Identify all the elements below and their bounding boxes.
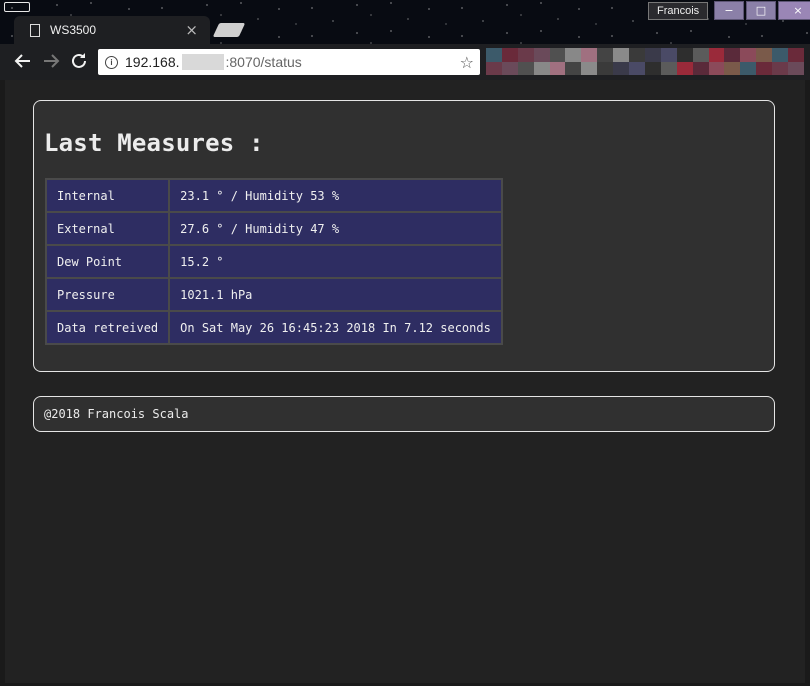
bookmark-thumbnail (629, 48, 645, 62)
table-row: Internal 23.1 ° / Humidity 53 % (44, 178, 503, 213)
close-window-button[interactable]: × (778, 1, 810, 20)
tab-close-icon[interactable]: × (185, 22, 198, 38)
bookmark-thumbnail (597, 48, 614, 62)
page-viewport: Last Measures : Internal 23.1 ° / Humidi… (5, 80, 805, 683)
bookmark-thumbnail (597, 61, 614, 75)
measure-value: 23.1 ° / Humidity 53 % (168, 178, 503, 213)
minimize-button[interactable]: − (714, 1, 744, 20)
bookmark-thumbnail (676, 61, 693, 75)
measure-label: Internal (44, 178, 171, 213)
bookmark-thumbnail (644, 48, 661, 62)
window-logo-icon (4, 2, 30, 12)
bookmark-thumbnail (517, 48, 534, 62)
bookmark-thumbnail (740, 61, 757, 75)
table-row: Pressure 1021.1 hPa (44, 277, 503, 312)
bookmark-thumbnail (788, 48, 804, 62)
table-row: External 27.6 ° / Humidity 47 % (44, 211, 503, 246)
bookmark-thumbnail (772, 48, 789, 62)
info-icon[interactable]: i (105, 55, 118, 69)
measures-card: Last Measures : Internal 23.1 ° / Humidi… (33, 100, 775, 372)
bookmark-thumbnail (676, 48, 693, 62)
bookmark-thumbnail (772, 61, 789, 75)
window-frame-right (805, 80, 810, 686)
bookmark-thumbnail (533, 48, 550, 62)
url-path: :8070/status (225, 54, 302, 70)
bookmark-star-icon[interactable]: ☆ (460, 53, 474, 72)
measure-value: 15.2 ° (168, 244, 503, 279)
measure-value: 1021.1 hPa (168, 277, 503, 312)
document-icon (30, 23, 40, 37)
redacted-url-segment (181, 54, 224, 70)
maximize-button[interactable]: □ (746, 1, 776, 20)
tab-title: WS3500 (50, 23, 97, 37)
bookmark-thumbnail (565, 61, 582, 75)
bookmark-thumbnail (517, 61, 534, 75)
measure-label: Dew Point (44, 244, 171, 279)
browser-titlebar: WS3500 × Francois − □ × (0, 0, 810, 44)
browser-tab[interactable]: WS3500 × (14, 16, 210, 44)
bookmark-thumbnail (756, 61, 773, 75)
url-host: 192.168. (125, 54, 180, 70)
bookmark-thumbnail (740, 48, 757, 62)
bookmark-thumbnail (788, 61, 804, 75)
measures-table: Internal 23.1 ° / Humidity 53 % External… (44, 178, 503, 345)
bookmark-thumbnail (708, 61, 725, 75)
bookmark-thumbnail (581, 48, 598, 62)
table-row: Dew Point 15.2 ° (44, 244, 503, 279)
bookmark-thumbnail (692, 61, 709, 75)
forward-arrow-icon[interactable] (40, 50, 62, 72)
bookmark-thumbnail (565, 48, 582, 62)
reload-icon[interactable] (68, 50, 90, 72)
bookmark-thumbnail (501, 61, 518, 75)
bookmark-thumbnails (486, 48, 804, 75)
page-title: Last Measures : (44, 129, 264, 157)
profile-button[interactable]: Francois (648, 2, 709, 20)
measure-label: External (44, 211, 171, 246)
measure-value: 27.6 ° / Humidity 47 % (168, 211, 503, 246)
address-bar[interactable]: i 192.168. :8070/status ☆ (98, 49, 480, 75)
bookmark-thumbnail (501, 48, 518, 62)
measure-value: On Sat May 26 16:45:23 2018 In 7.12 seco… (168, 310, 503, 345)
table-row: Data retreived On Sat May 26 16:45:23 20… (44, 310, 503, 345)
bookmark-thumbnail (629, 61, 645, 75)
bookmark-thumbnail (692, 48, 709, 62)
footer: @2018 Francois Scala (33, 396, 775, 432)
bookmark-thumbnail (549, 61, 566, 75)
bookmark-thumbnail (486, 48, 502, 62)
measure-label: Data retreived (44, 310, 171, 345)
bookmark-thumbnail (613, 48, 630, 62)
bookmark-thumbnail (581, 61, 598, 75)
bookmark-thumbnail (533, 61, 550, 75)
window-controls: − □ × (714, 1, 810, 20)
browser-toolbar: i 192.168. :8070/status ☆ (0, 44, 810, 80)
bookmark-thumbnail (660, 48, 677, 62)
bookmark-thumbnail (613, 61, 630, 75)
bookmark-thumbnail (756, 48, 773, 62)
bookmark-thumbnail (549, 48, 566, 62)
measure-label: Pressure (44, 277, 171, 312)
back-arrow-icon[interactable] (12, 50, 34, 72)
bookmark-thumbnail (486, 61, 502, 75)
new-tab-button[interactable] (212, 23, 246, 37)
bookmark-thumbnail (708, 48, 725, 62)
bookmark-thumbnail (644, 61, 661, 75)
bookmark-thumbnail (660, 61, 677, 75)
bookmark-thumbnail (724, 61, 741, 75)
bookmark-thumbnail (724, 48, 741, 62)
